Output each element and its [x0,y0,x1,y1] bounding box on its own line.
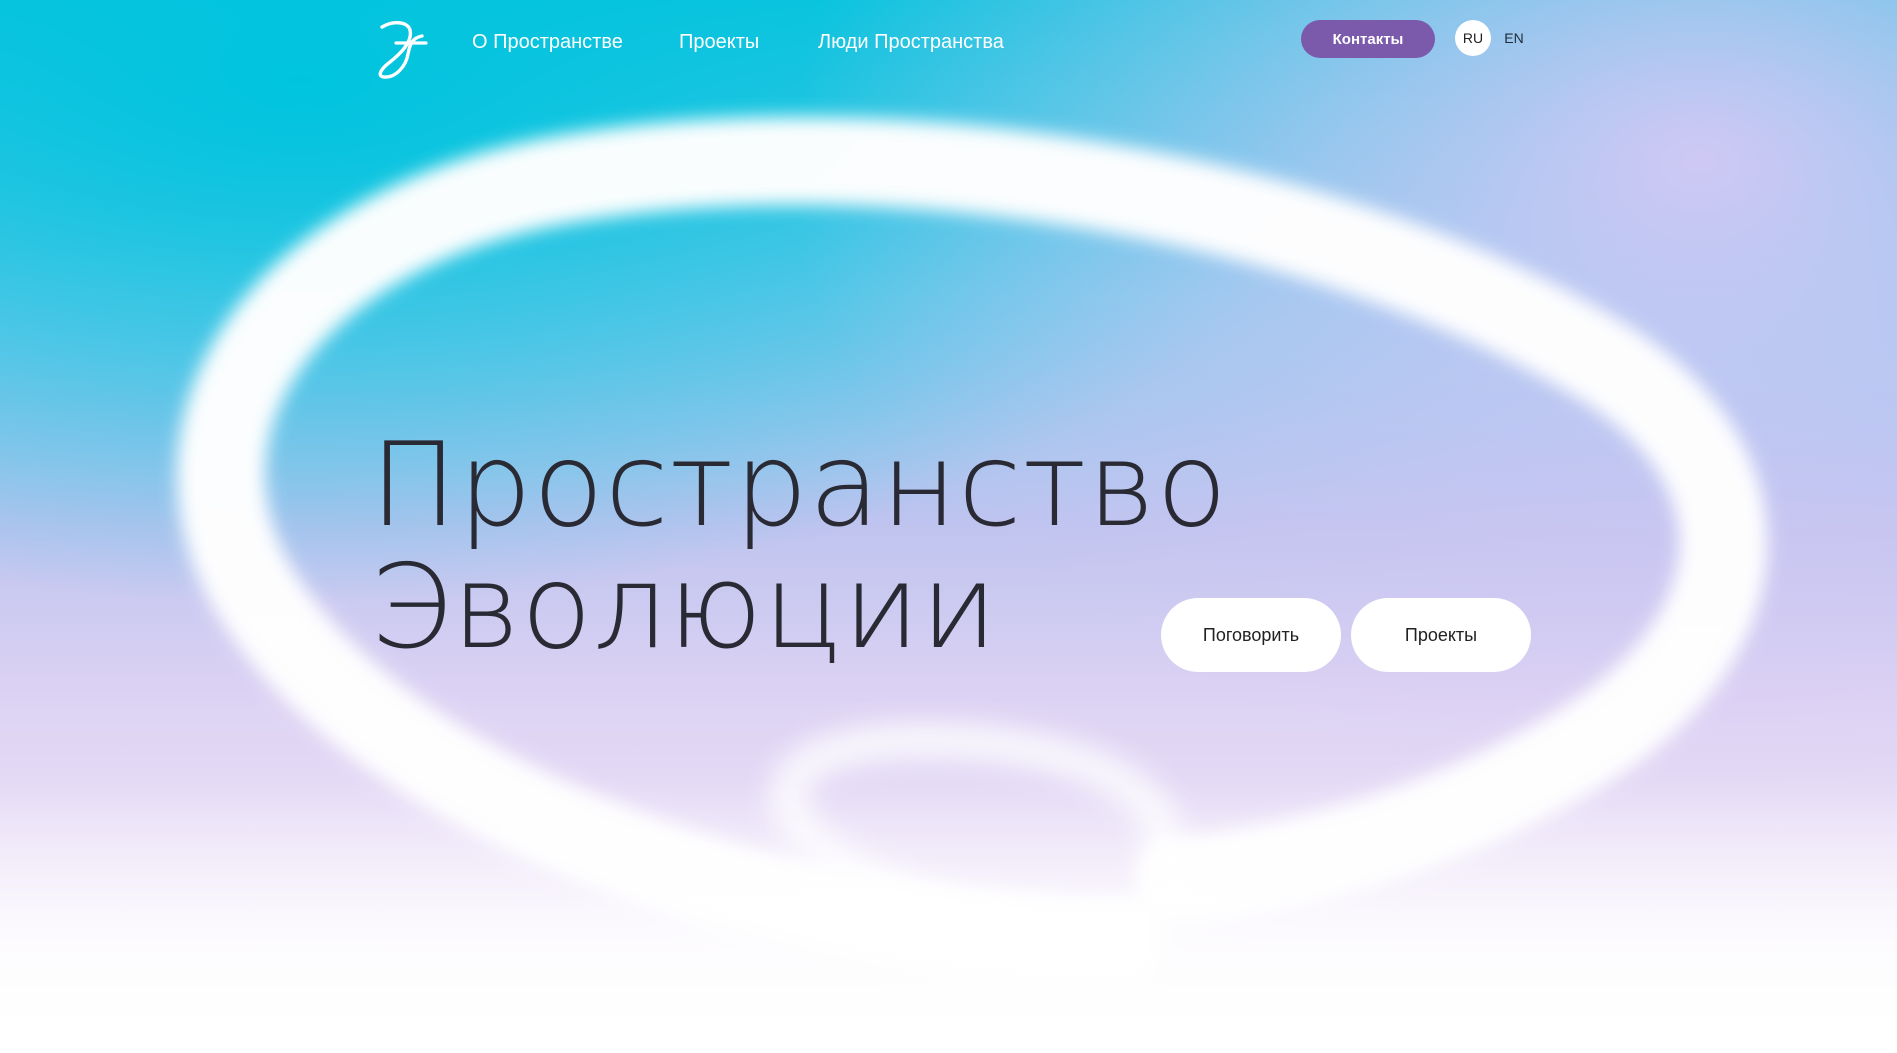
contacts-button[interactable]: Контакты [1301,20,1435,58]
hero-title: Пространство Эволюции [370,425,1228,669]
projects-button[interactable]: Проекты [1351,598,1531,672]
site-header: О Пространстве Проекты Люди Пространства… [0,0,1897,80]
page: О Пространстве Проекты Люди Пространства… [0,0,1897,1053]
nav-item-people[interactable]: Люди Пространства [818,28,1004,56]
lang-en-button[interactable]: EN [1500,20,1528,56]
bottom-fade [0,780,1897,1053]
hero-title-line-1: Пространство [370,418,1229,553]
nav-item-about[interactable]: О Пространстве [472,28,623,56]
talk-button[interactable]: Поговорить [1161,598,1341,672]
hero-title-line-2: Эволюции [370,540,999,675]
lang-ru-button[interactable]: RU [1455,20,1491,56]
evolution-swirl-logo-icon[interactable] [374,20,430,80]
nav-item-projects[interactable]: Проекты [679,28,759,56]
